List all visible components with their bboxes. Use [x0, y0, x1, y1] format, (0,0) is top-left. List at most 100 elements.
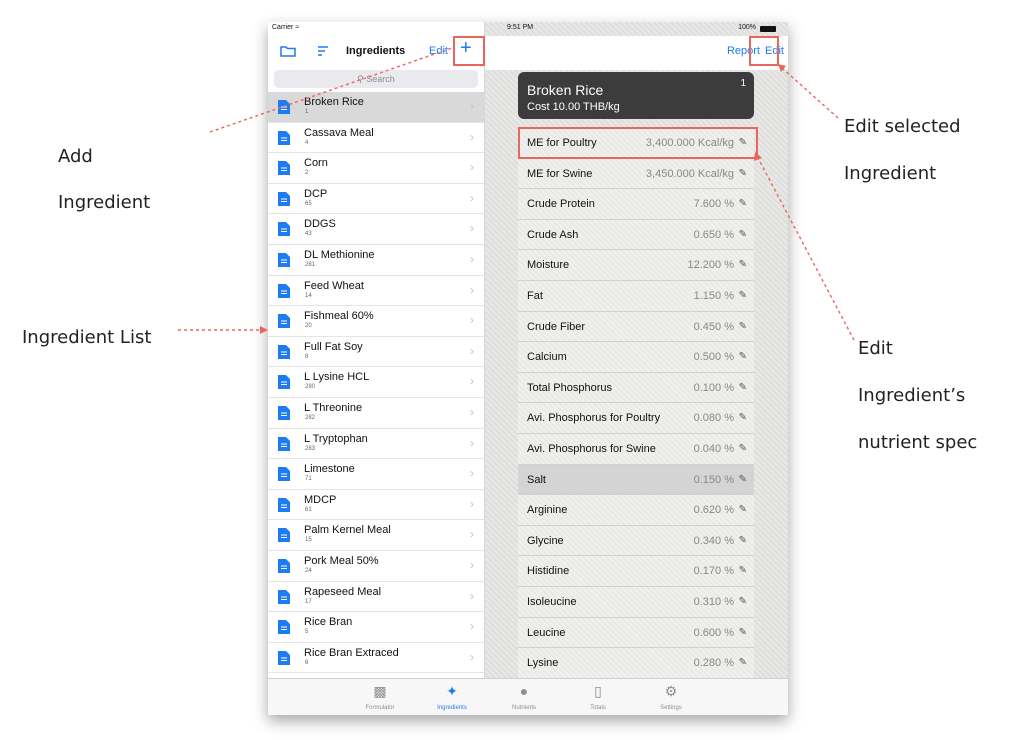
nutrient-row[interactable]: Isoleucine 0.310 % ✎ [518, 586, 754, 618]
tab-nutrients[interactable]: ● Nutrients [494, 679, 554, 715]
chevron-right-icon: › [470, 343, 474, 358]
ingredient-row[interactable]: DDGS 43 › [268, 214, 484, 245]
ingredients-icon: ✦ [446, 683, 458, 699]
pencil-icon[interactable]: ✎ [739, 290, 747, 301]
battery-percent: 100% [738, 24, 756, 31]
chevron-right-icon: › [470, 649, 474, 664]
ingredient-row[interactable]: MDCP 61 › [268, 490, 484, 521]
ingredient-name: MDCP [304, 493, 337, 506]
nutrient-list: ME for Poultry 3,400.000 Kcal/kg ✎ ME for S… [518, 128, 754, 679]
nutrient-row[interactable]: Crude Ash 0.650 % ✎ [518, 219, 754, 251]
ingredient-row[interactable]: Palm Kernel Meal 15 › [268, 520, 484, 551]
ingredient-code: 43 [305, 231, 312, 238]
ingredient-row[interactable]: L Lysine HCL 280 › [268, 367, 484, 398]
chevron-right-icon: › [470, 160, 474, 175]
ingredient-row[interactable]: DL Methionine 281 › [268, 245, 484, 276]
pencil-icon[interactable]: ✎ [739, 351, 747, 362]
document-icon [278, 191, 290, 206]
edit-ingredients-button[interactable]: Edit [429, 45, 448, 57]
pencil-icon[interactable]: ✎ [739, 229, 747, 240]
nutrient-row[interactable]: Arginine 0.620 % ✎ [518, 495, 754, 526]
nutrient-name: Arginine [527, 504, 568, 517]
ingredient-header-card: Broken Rice Cost 10.00 THB/kg 1 [518, 72, 754, 119]
pencil-icon[interactable]: ✎ [739, 443, 747, 454]
document-icon [278, 375, 290, 390]
leader-edit-selected [781, 67, 839, 119]
nutrient-row[interactable]: Glycine 0.340 % ✎ [518, 525, 754, 557]
ingredient-row[interactable]: Full Fat Soy 8 › [268, 337, 484, 368]
pencil-icon[interactable]: ✎ [739, 627, 747, 638]
document-icon [278, 558, 290, 573]
ingredient-name: Broken Rice [304, 96, 364, 108]
nutrient-row[interactable]: Calcium 0.500 % ✎ [518, 342, 754, 373]
document-icon [278, 344, 290, 359]
ingredient-row[interactable]: L Tryptophan 283 › [268, 429, 484, 460]
ingredient-row[interactable]: Rice Bran 5 › [268, 612, 484, 643]
ingredient-row[interactable]: Cassava Meal 4 › [268, 123, 484, 154]
chevron-right-icon: › [470, 435, 474, 450]
nutrient-row[interactable]: Lysine 0.280 % ✎ [518, 648, 754, 679]
ingredient-name: DL Methionine [304, 248, 375, 261]
nutrient-row[interactable]: Fat 1.150 % ✎ [518, 280, 754, 312]
search-placeholder: Search [366, 74, 395, 84]
pencil-icon[interactable]: ✎ [739, 259, 747, 270]
nutrient-row[interactable]: Crude Protein 7.600 % ✎ [518, 189, 754, 220]
nutrient-row[interactable]: Histidine 0.170 % ✎ [518, 556, 754, 587]
document-icon [278, 130, 290, 145]
ingredient-row[interactable]: Rapeseed Meal 17 › [268, 582, 484, 613]
nutrient-row[interactable]: ME for Swine 3,450.000 Kcal/kg ✎ [518, 158, 754, 190]
chevron-right-icon: › [470, 619, 474, 634]
annotation-edit-spec-line2: Ingredient’s [858, 385, 966, 406]
nutrient-row[interactable]: Avi. Phosphorus for Swine 0.040 % ✎ [518, 433, 754, 465]
ingredient-code: 14 [305, 292, 312, 299]
wifi-icon: ≈ [295, 24, 300, 31]
pencil-icon[interactable]: ✎ [739, 474, 747, 485]
ingredient-row[interactable]: Broken Rice 1 › [268, 92, 484, 123]
nutrient-name: Salt [527, 473, 546, 486]
tab-formulator[interactable]: ▩ Formulator [350, 679, 410, 715]
ingredient-row[interactable]: Limestone 71 › [268, 459, 484, 490]
ingredient-row[interactable]: Feed Wheat 14 › [268, 276, 484, 307]
nutrient-row[interactable]: Avi. Phosphorus for Poultry 0.080 % ✎ [518, 403, 754, 434]
pencil-icon[interactable]: ✎ [739, 504, 747, 515]
ingredient-row[interactable]: Rice Bran Extraced 6 › [268, 643, 484, 674]
ingredient-name: Feed Wheat [304, 279, 364, 292]
ingredient-code: 8 [305, 353, 309, 360]
pencil-icon[interactable]: ✎ [739, 412, 747, 423]
status-bar-left: Carrier ≈ [272, 22, 472, 36]
sort-icon[interactable] [317, 45, 329, 57]
ingredient-cost: Cost 10.00 THB/kg [527, 101, 620, 113]
nutrient-value: 0.340 % [693, 534, 734, 547]
tab-settings[interactable]: ⚙ Settings [641, 679, 701, 715]
nutrient-name: Histidine [527, 565, 570, 578]
tab-totals[interactable]: ▯ Totals [568, 679, 628, 715]
pencil-icon[interactable]: ✎ [739, 198, 747, 209]
nutrient-row[interactable]: Total Phosphorus 0.100 % ✎ [518, 372, 754, 404]
document-icon [278, 650, 290, 665]
nutrient-row[interactable]: Moisture 12.200 % ✎ [518, 250, 754, 281]
pencil-icon[interactable]: ✎ [739, 321, 747, 332]
nutrient-row[interactable]: Salt 0.150 % ✎ [518, 464, 754, 496]
ingredient-row[interactable]: Pork Meal 50% 24 › [268, 551, 484, 582]
pencil-icon[interactable]: ✎ [739, 596, 747, 607]
nutrient-row[interactable]: Leucine 0.600 % ✎ [518, 617, 754, 649]
pencil-icon[interactable]: ✎ [739, 535, 747, 546]
chevron-right-icon: › [470, 129, 474, 144]
nutrient-name: Fat [527, 289, 543, 302]
search-field[interactable]: ⚲ Search [274, 70, 478, 88]
nutrient-name: Crude Fiber [527, 320, 586, 333]
folder-icon[interactable] [280, 45, 296, 57]
ingredient-row[interactable]: DCP 65 › [268, 184, 484, 215]
pencil-icon[interactable]: ✎ [739, 382, 747, 393]
document-icon [278, 467, 290, 482]
ingredient-row[interactable]: Corn 2 › [268, 153, 484, 184]
tab-ingredients[interactable]: ✦ Ingredients [422, 679, 482, 715]
pencil-icon[interactable]: ✎ [739, 168, 747, 179]
pencil-icon[interactable]: ✎ [739, 565, 747, 576]
ingredient-row[interactable]: Fishmeal 60% 20 › [268, 306, 484, 337]
pencil-icon[interactable]: ✎ [739, 657, 747, 668]
tab-label: Settings [660, 705, 682, 711]
chevron-right-icon: › [470, 496, 474, 511]
ingredient-row[interactable]: L Threonine 282 › [268, 398, 484, 429]
nutrient-row[interactable]: Crude Fiber 0.450 % ✎ [518, 311, 754, 343]
